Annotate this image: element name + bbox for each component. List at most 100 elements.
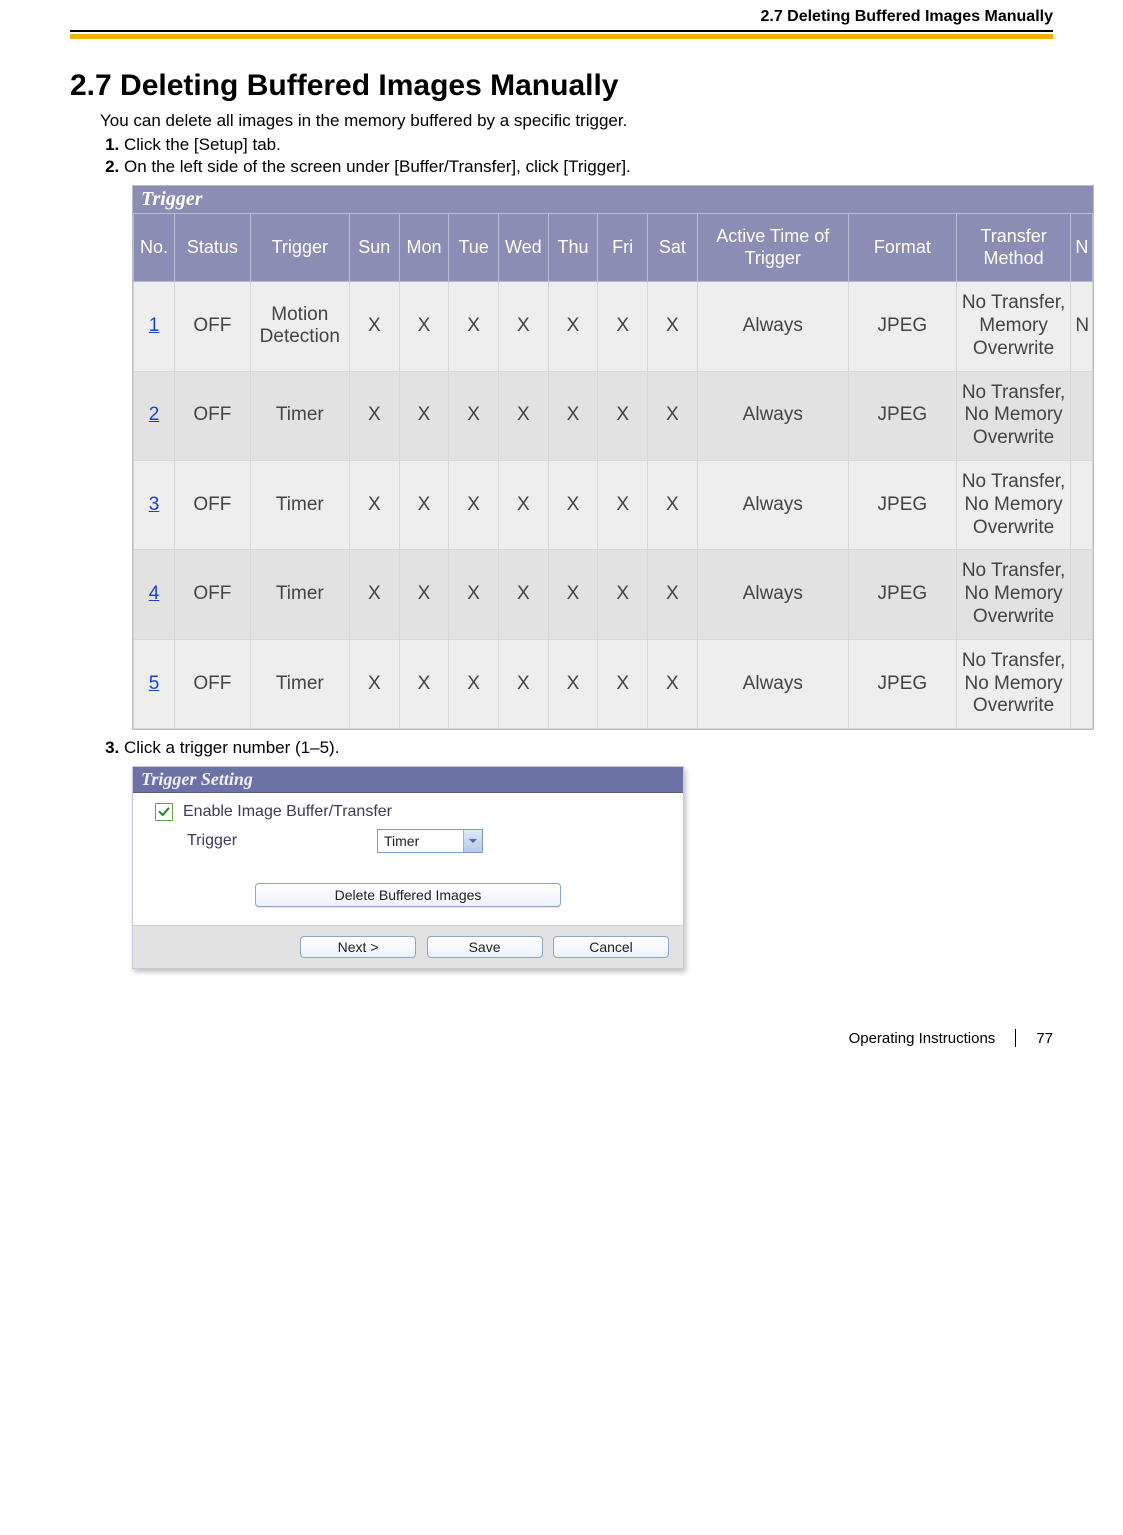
th-active: Active Time of Trigger [697, 214, 848, 282]
cell-sat: X [648, 550, 698, 639]
chevron-down-icon [463, 830, 482, 852]
save-button[interactable]: Save [427, 936, 543, 958]
trigger-link-2[interactable]: 2 [149, 404, 160, 425]
cell-format: JPEG [848, 371, 956, 460]
cell-thu: X [548, 460, 598, 549]
cell-fri: X [598, 282, 648, 371]
th-sat: Sat [648, 214, 698, 282]
cell-tue: X [449, 371, 499, 460]
section-title: 2.7 Deleting Buffered Images Manually [70, 69, 1053, 103]
trigger-link-1[interactable]: 1 [149, 315, 160, 336]
cell-mon: X [399, 639, 449, 728]
trigger-link-5[interactable]: 5 [149, 673, 160, 694]
cell-fri: X [598, 639, 648, 728]
th-format: Format [848, 214, 956, 282]
cell-n [1071, 550, 1093, 639]
enable-label: Enable Image Buffer/Transfer [183, 803, 392, 821]
th-n: N [1071, 214, 1093, 282]
cell-wed: X [498, 550, 548, 639]
cell-format: JPEG [848, 550, 956, 639]
cell-trigger: Timer [250, 550, 349, 639]
cell-status: OFF [175, 371, 251, 460]
cell-status: OFF [175, 460, 251, 549]
table-row: 1 OFF Motion Detection X X X X X X X Alw… [134, 282, 1093, 371]
trigger-select[interactable]: Timer [377, 829, 483, 853]
cell-fri: X [598, 460, 648, 549]
cell-n: N [1071, 282, 1093, 371]
cell-format: JPEG [848, 460, 956, 549]
cell-sun: X [349, 371, 399, 460]
cell-wed: X [498, 639, 548, 728]
table-row: 5 OFF Timer X X X X X X X Always JPEG No… [134, 639, 1093, 728]
cell-mon: X [399, 460, 449, 549]
cell-status: OFF [175, 639, 251, 728]
cell-wed: X [498, 282, 548, 371]
cell-active: Always [697, 550, 848, 639]
cell-sat: X [648, 639, 698, 728]
cell-tue: X [449, 639, 499, 728]
cell-n [1071, 639, 1093, 728]
cell-active: Always [697, 639, 848, 728]
cell-trigger: Motion Detection [250, 282, 349, 371]
cell-thu: X [548, 639, 598, 728]
trigger-link-4[interactable]: 4 [149, 583, 160, 604]
cell-active: Always [697, 460, 848, 549]
trigger-table: No. Status Trigger Sun Mon Tue Wed Thu F… [133, 213, 1093, 729]
th-fri: Fri [598, 214, 648, 282]
cell-sun: X [349, 282, 399, 371]
table-row: 2 OFF Timer X X X X X X X Always JPEG No… [134, 371, 1093, 460]
cell-status: OFF [175, 550, 251, 639]
footer-divider [1015, 1029, 1016, 1047]
cell-fri: X [598, 550, 648, 639]
cell-n [1071, 460, 1093, 549]
enable-checkbox[interactable] [155, 803, 173, 821]
th-trigger: Trigger [250, 214, 349, 282]
table-row: 3 OFF Timer X X X X X X X Always JPEG No… [134, 460, 1093, 549]
th-status: Status [175, 214, 251, 282]
cell-trigger: Timer [250, 639, 349, 728]
cell-thu: X [548, 371, 598, 460]
trigger-link-3[interactable]: 3 [149, 494, 160, 515]
running-head: 2.7 Deleting Buffered Images Manually [70, 0, 1053, 32]
cell-sat: X [648, 371, 698, 460]
cell-sun: X [349, 639, 399, 728]
trigger-label: Trigger [155, 832, 377, 850]
trigger-panel-title: Trigger [133, 186, 1093, 213]
cell-active: Always [697, 371, 848, 460]
cell-active: Always [697, 282, 848, 371]
th-wed: Wed [498, 214, 548, 282]
setting-panel-title: Trigger Setting [133, 767, 683, 793]
cell-status: OFF [175, 282, 251, 371]
th-sun: Sun [349, 214, 399, 282]
footer: Operating Instructions 77 [70, 1029, 1053, 1047]
cell-mon: X [399, 371, 449, 460]
cell-tue: X [449, 550, 499, 639]
intro-paragraph: You can delete all images in the memory … [100, 111, 1053, 131]
cell-thu: X [548, 282, 598, 371]
cancel-button[interactable]: Cancel [553, 936, 669, 958]
cell-format: JPEG [848, 282, 956, 371]
cell-trigger: Timer [250, 460, 349, 549]
step-2: On the left side of the screen under [Bu… [124, 157, 1053, 177]
th-no: No. [134, 214, 175, 282]
cell-sun: X [349, 550, 399, 639]
next-button[interactable]: Next > [300, 936, 416, 958]
cell-fri: X [598, 371, 648, 460]
cell-n [1071, 371, 1093, 460]
step-1: Click the [Setup] tab. [124, 135, 1053, 155]
table-row: 4 OFF Timer X X X X X X X Always JPEG No… [134, 550, 1093, 639]
trigger-table-figure: Trigger No. Status Trigger Sun Mon Tue [132, 185, 1053, 730]
cell-transfer: No Transfer, No Memory Overwrite [956, 460, 1070, 549]
cell-wed: X [498, 371, 548, 460]
step-3: Click a trigger number (1–5). [124, 738, 1053, 758]
delete-buffered-images-button[interactable]: Delete Buffered Images [255, 883, 561, 907]
gold-rule [70, 34, 1053, 39]
th-thu: Thu [548, 214, 598, 282]
cell-tue: X [449, 460, 499, 549]
cell-sat: X [648, 460, 698, 549]
th-transfer: Transfer Method [956, 214, 1070, 282]
cell-sun: X [349, 460, 399, 549]
check-icon [157, 805, 171, 819]
trigger-select-value: Timer [378, 833, 463, 849]
cell-sat: X [648, 282, 698, 371]
